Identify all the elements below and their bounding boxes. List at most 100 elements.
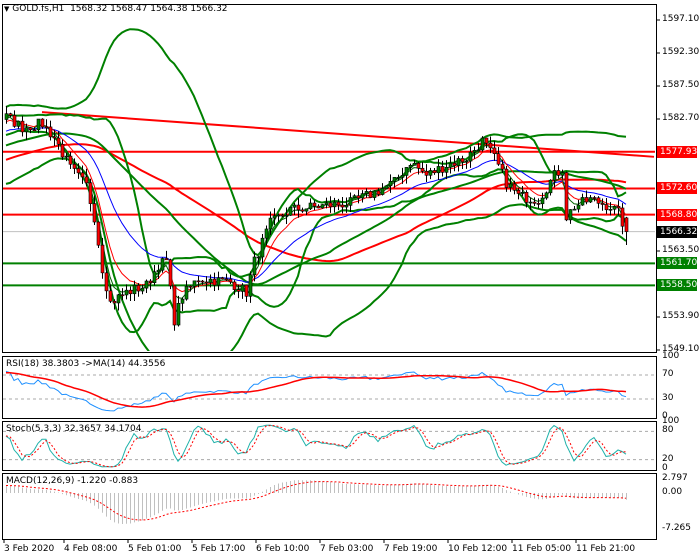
candle-body: [172, 285, 177, 326]
price-level-label: 1558.50: [657, 279, 697, 292]
rsi-tick-label: 100: [662, 351, 680, 361]
symbol-label: GOLD.fs,H1: [12, 4, 65, 14]
candle-body: [476, 149, 481, 152]
candle-body: [436, 166, 441, 174]
candle-body: [28, 127, 33, 130]
candle-body: [468, 151, 473, 162]
price-tick-label: 1582.70: [662, 113, 700, 123]
candle-body: [572, 208, 577, 211]
candle-body: [132, 284, 137, 295]
candle: [564, 171, 569, 222]
candle-body: [620, 207, 625, 227]
candle-body: [544, 192, 549, 199]
candle-body: [312, 202, 317, 207]
candle-body: [236, 289, 241, 292]
candle-body: [140, 287, 145, 292]
candle-body: [440, 166, 445, 173]
candle-body: [148, 280, 153, 283]
candle-body: [380, 188, 385, 195]
time-tick-label: 6 Feb 10:00: [256, 544, 310, 554]
candle-body: [220, 277, 225, 280]
candle-body: [152, 271, 157, 283]
candle-body: [456, 158, 461, 166]
candle-body: [392, 177, 397, 182]
candle-body: [420, 167, 425, 172]
candle-body: [284, 214, 289, 217]
candle-body: [432, 170, 437, 174]
candle-body: [36, 118, 41, 131]
candle-body: [128, 289, 133, 295]
triangle-down-icon[interactable]: ▼: [4, 5, 9, 13]
candle: [368, 190, 373, 199]
price-level-label: 1577.93: [657, 145, 697, 158]
candle-body: [524, 192, 529, 203]
candle-body: [560, 172, 565, 176]
candle-body: [44, 126, 49, 129]
candle-body: [56, 137, 61, 145]
candle-body: [240, 284, 245, 292]
candle-body: [604, 204, 609, 211]
candle-body: [108, 290, 113, 302]
rsi-label: RSI(18) 38.3803 ->MA(14) 44.3556: [6, 359, 166, 369]
candle-body: [88, 182, 93, 204]
candle-body: [72, 163, 77, 169]
candle-body: [168, 259, 173, 287]
candle-body: [412, 162, 417, 166]
candle-body: [112, 300, 117, 304]
candle-body: [364, 191, 369, 194]
candle-body: [324, 202, 329, 205]
candle: [320, 204, 325, 209]
candle-body: [532, 201, 537, 204]
candle-body: [160, 258, 165, 271]
candle-body: [616, 206, 621, 209]
candle-body: [396, 176, 401, 179]
candle-body: [528, 201, 533, 204]
candle-body: [484, 137, 489, 144]
candle-body: [584, 197, 589, 203]
candle-body: [48, 126, 53, 138]
candle-body: [212, 278, 217, 286]
candle-body: [196, 280, 201, 283]
macd-tick-label: 0.00: [662, 487, 683, 497]
candle-body: [516, 190, 521, 194]
time-tick-label: 10 Feb 12:00: [448, 544, 508, 554]
candle-body: [384, 185, 389, 189]
candle-body: [144, 280, 149, 289]
candle-body: [320, 204, 325, 209]
time-tick-label: 3 Feb 2020: [4, 544, 55, 554]
candle-body: [348, 197, 353, 206]
candle-body: [404, 167, 409, 176]
candle-body: [176, 303, 181, 326]
candle-body: [192, 280, 197, 287]
candle-body: [496, 153, 501, 165]
candle-body: [540, 197, 545, 205]
candle-body: [400, 175, 405, 178]
chart-header: ▼ GOLD.fs,H1 1568.32 1568.47 1564.38 156…: [4, 4, 228, 14]
candle-body: [424, 170, 429, 176]
candle-body: [268, 217, 273, 230]
price-level-label: 1561.70: [657, 257, 697, 270]
candle-body: [360, 193, 365, 199]
candle-body: [308, 202, 313, 210]
candle-body: [16, 120, 21, 127]
candle-body: [92, 203, 97, 223]
candle-body: [408, 164, 413, 168]
time-tick-label: 4 Feb 08:00: [64, 544, 118, 554]
candle-body: [204, 281, 209, 284]
macd-tick-label: -7.265: [662, 523, 692, 534]
candle-body: [596, 197, 601, 204]
price-tick-label: 1597.10: [662, 14, 700, 24]
candle-body: [4, 113, 9, 120]
candle-body: [116, 294, 121, 304]
candle-body: [352, 195, 357, 198]
candle-body: [368, 191, 373, 198]
rsi-tick-label: 30: [662, 393, 674, 403]
candle-body: [548, 179, 553, 194]
candle-body: [156, 269, 161, 273]
stoch-label: Stoch(5,3,3) 32.3657 34.1704: [6, 424, 142, 434]
candle-body: [336, 201, 341, 206]
candle-body: [80, 172, 85, 178]
candle-body: [500, 163, 505, 170]
candle-body: [32, 129, 37, 131]
price-tick-label: 1563.50: [662, 245, 700, 255]
